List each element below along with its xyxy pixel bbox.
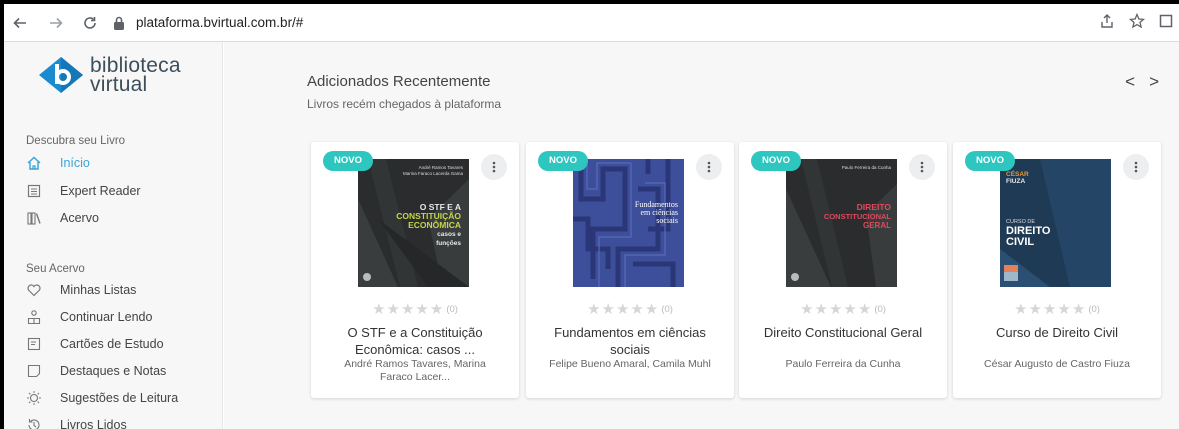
rating-stars: ★★★★★ (0) <box>953 300 1161 318</box>
more-options-icon[interactable] <box>909 154 935 180</box>
lock-icon <box>110 14 128 32</box>
book-card[interactable]: NOVO CÉSAR FIUZA CURSO DE DIREITO CIVIL … <box>953 142 1161 398</box>
sidebar-item-destaques-e-notas[interactable]: Destaques e Notas <box>26 361 166 381</box>
logo-text-line2: virtual <box>90 73 148 96</box>
sidebar-item-continuar-lendo[interactable]: Continuar Lendo <box>26 307 152 327</box>
sidebar: biblioteca virtual Descubra seu Livro In… <box>4 42 223 429</box>
sidebar-item-label: Cartões de Estudo <box>60 337 164 351</box>
bookmark-star-icon[interactable] <box>1128 12 1146 33</box>
logo-icon <box>39 57 83 93</box>
sidebar-item-acervo[interactable]: Acervo <box>26 208 99 228</box>
sidebar-item-label: Continuar Lendo <box>60 310 153 324</box>
book-author: Felipe Bueno Amaral, Camila Muhl <box>549 358 711 370</box>
book-author: André Ramos Tavares, Marina Faraco Lacer… <box>344 358 486 383</box>
new-badge: NOVO <box>965 151 1015 171</box>
section-subtitle: Livros recém chegados à plataforma <box>307 97 502 111</box>
cover-title-line: ECONÔMICA <box>408 220 461 230</box>
new-badge: NOVO <box>323 151 373 171</box>
cover-title-line: GERAL <box>863 221 891 230</box>
star-icons: ★★★★★ <box>800 301 873 318</box>
reload-icon[interactable] <box>78 11 102 35</box>
forward-arrow-icon[interactable] <box>44 11 68 35</box>
sidebar-item-inicio[interactable]: Início <box>26 153 90 173</box>
library-icon <box>26 210 42 226</box>
sidebar-item-label: Destaques e Notas <box>60 364 167 378</box>
lightbulb-icon <box>26 390 42 406</box>
new-badge: NOVO <box>538 151 588 171</box>
browser-window: plataforma.bvirtual.com.br/# biblioteca … <box>4 4 1179 429</box>
person-book-icon <box>26 309 42 325</box>
cover-author: Paulo Ferreira da Cunha <box>841 165 891 170</box>
sidebar-item-livros-lidos[interactable]: Livros Lidos <box>26 415 127 429</box>
cover-title-line: funções <box>436 240 461 247</box>
sidebar-item-label: Início <box>60 156 90 170</box>
rating-count: (0) <box>1088 304 1100 315</box>
book-cover[interactable]: André Ramos Tavares Marina Faraco Lacerd… <box>358 159 469 287</box>
sidebar-item-label: Livros Lidos <box>60 418 127 429</box>
more-options-icon[interactable] <box>1123 154 1149 180</box>
cover-author-line: FIUZA <box>1006 178 1026 185</box>
sidebar-item-label: Sugestões de Leitura <box>60 391 179 405</box>
star-icons: ★★★★★ <box>1014 301 1087 318</box>
heart-icon <box>26 282 42 298</box>
window-icon[interactable] <box>1159 14 1173 32</box>
cover-title-line: DIREITO <box>856 202 891 212</box>
back-arrow-icon[interactable] <box>8 11 32 35</box>
rating-count: (0) <box>446 304 458 315</box>
section-title: Adicionados Recentemente <box>307 73 491 90</box>
section-discover-label: Descubra seu Livro <box>26 135 126 147</box>
history-icon <box>26 417 42 429</box>
section-collection-label: Seu Acervo <box>26 263 85 275</box>
book-author: Paulo Ferreira da Cunha <box>785 358 901 370</box>
browser-toolbar: plataforma.bvirtual.com.br/# <box>4 4 1179 42</box>
sidebar-item-cartoes-de-estudo[interactable]: Cartões de Estudo <box>26 334 164 354</box>
book-cover[interactable]: CÉSAR FIUZA CURSO DE DIREITO CIVIL <box>1000 159 1111 287</box>
rating-stars: ★★★★★ (0) <box>311 300 519 318</box>
cover-author-line: CÉSAR <box>1006 171 1029 178</box>
star-icons: ★★★★★ <box>587 301 660 318</box>
rating-stars: ★★★★★ (0) <box>739 300 947 318</box>
book-card[interactable]: NOVO Paulo Ferreira da Cunha DIREITO CON… <box>739 142 947 398</box>
cards-icon <box>26 336 42 352</box>
rating-stars: ★★★★★ (0) <box>526 300 734 318</box>
share-icon[interactable] <box>1099 13 1115 33</box>
book-author: César Augusto de Castro Fiuza <box>984 358 1130 370</box>
main-content: Adicionados Recentemente Livros recém ch… <box>224 42 1179 429</box>
more-options-icon[interactable] <box>696 154 722 180</box>
new-badge: NOVO <box>751 151 801 171</box>
biblioteca-virtual-logo[interactable]: biblioteca virtual <box>38 55 181 96</box>
star-icons: ★★★★★ <box>372 301 445 318</box>
book-title[interactable]: Direito Constitucional Geral <box>749 324 937 341</box>
book-title[interactable]: O STF e a Constituição Econômica: casos … <box>321 324 509 358</box>
book-card[interactable]: NOVO Fundamentos em ciências sociais ★★★… <box>526 142 734 398</box>
sidebar-item-label: Acervo <box>60 211 99 225</box>
cover-title-line: sociais <box>656 216 678 225</box>
address-bar[interactable]: plataforma.bvirtual.com.br/# <box>110 9 1099 37</box>
carousel-prev-button[interactable]: < <box>1125 72 1135 92</box>
rating-count: (0) <box>661 304 673 315</box>
cover-title-line: casos e <box>437 231 461 238</box>
home-icon <box>26 155 42 171</box>
url-text: plataforma.bvirtual.com.br/# <box>136 15 304 30</box>
cover-authors: André Ramos Tavares Marina Faraco Lacerd… <box>402 165 463 176</box>
book-cover[interactable]: Fundamentos em ciências sociais <box>573 159 684 287</box>
reader-icon <box>26 183 42 199</box>
sidebar-item-minhas-listas[interactable]: Minhas Listas <box>26 280 136 300</box>
cover-title-line: CIVIL <box>1006 236 1035 248</box>
book-title[interactable]: Fundamentos em ciências sociais <box>536 324 724 358</box>
sidebar-item-label: Expert Reader <box>60 184 141 198</box>
rating-count: (0) <box>874 304 886 315</box>
carousel-next-button[interactable]: > <box>1149 72 1159 92</box>
note-icon <box>26 363 42 379</box>
sidebar-item-expert-reader[interactable]: Expert Reader <box>26 181 141 201</box>
more-options-icon[interactable] <box>481 154 507 180</box>
book-cover[interactable]: Paulo Ferreira da Cunha DIREITO CONSTITU… <box>786 159 897 287</box>
sidebar-item-label: Minhas Listas <box>60 283 137 297</box>
book-title[interactable]: Curso de Direito Civil <box>963 324 1151 341</box>
book-card[interactable]: NOVO André Ramos Tavares Marina Faraco L… <box>311 142 519 398</box>
cover-title-line: CONSTITUCIONAL <box>823 212 891 221</box>
sidebar-item-sugestoes-de-leitura[interactable]: Sugestões de Leitura <box>26 388 178 408</box>
